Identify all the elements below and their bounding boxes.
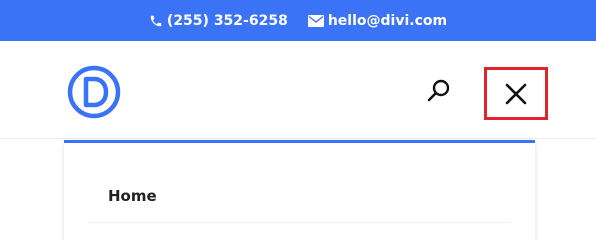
site-header [0,41,596,139]
mobile-menu-dropdown: Home [64,140,535,240]
phone-contact[interactable]: (255) 352-6258 [149,13,288,29]
menu-item-home[interactable]: Home [88,171,511,223]
top-bar: (255) 352-6258 hello@divi.com [0,0,596,41]
divi-logo-icon[interactable] [67,65,121,119]
email-address: hello@divi.com [327,12,448,29]
email-contact[interactable]: hello@divi.com [307,12,448,29]
close-menu-button[interactable] [484,67,548,120]
search-icon[interactable] [425,77,453,105]
phone-icon [150,15,162,26]
envelope-icon [307,14,324,27]
menu-item-label: Home [108,187,157,205]
phone-number: (255) 352-6258 [166,12,288,29]
close-icon [505,83,527,104]
